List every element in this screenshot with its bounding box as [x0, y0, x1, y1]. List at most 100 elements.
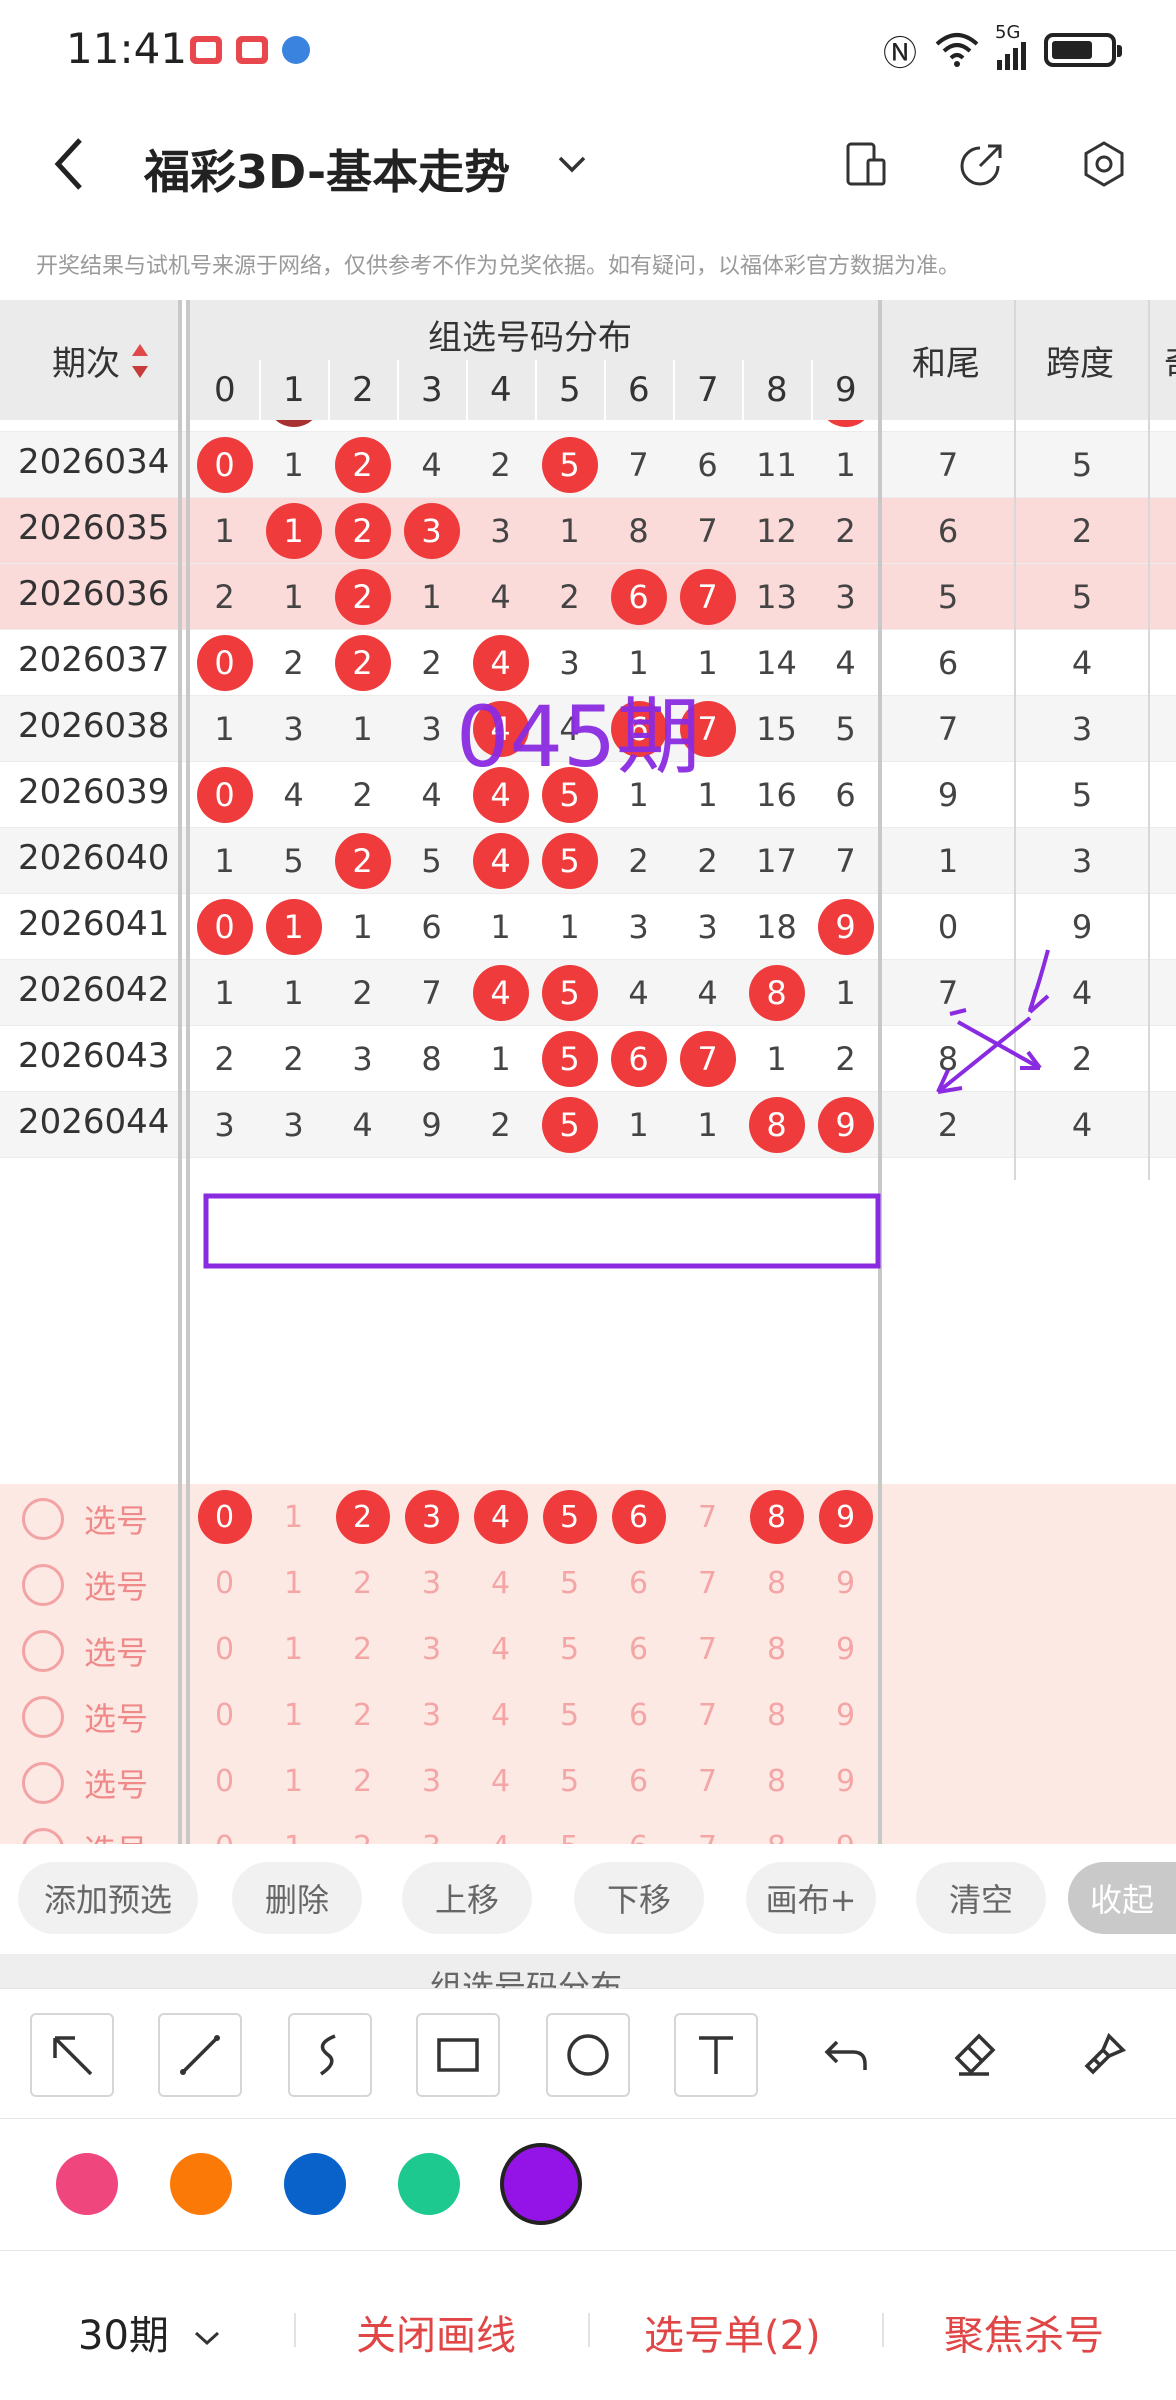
pick-label[interactable]: 选号: [84, 1562, 148, 1608]
select-row-radio[interactable]: [22, 1498, 64, 1540]
pick-digit[interactable]: 5: [535, 1616, 604, 1682]
pick-digit[interactable]: 5: [535, 1748, 604, 1814]
pick-digit-selected[interactable]: 4: [466, 1484, 535, 1550]
circle-tool-icon[interactable]: [546, 2013, 630, 2097]
miss-count-cell: 3: [259, 696, 328, 762]
back-arrow-icon[interactable]: [50, 134, 90, 194]
pick-digit[interactable]: 8: [742, 1748, 811, 1814]
period-header[interactable]: 期次: [0, 300, 178, 420]
pick-digit[interactable]: 1: [259, 1616, 328, 1682]
pick-digit[interactable]: 5: [535, 1682, 604, 1748]
focus-kill-button[interactable]: 聚焦杀号: [944, 2303, 1104, 2361]
pick-digit[interactable]: 4: [466, 1748, 535, 1814]
pick-digit[interactable]: 0: [190, 1616, 259, 1682]
pick-digit-selected[interactable]: 2: [328, 1484, 397, 1550]
pick-digit[interactable]: 4: [466, 1616, 535, 1682]
chevron-down-icon[interactable]: [556, 154, 588, 174]
color-swatch[interactable]: [56, 2153, 118, 2215]
pick-digit[interactable]: 1: [259, 1484, 328, 1550]
pick-digit[interactable]: 0: [190, 1550, 259, 1616]
close-draw-button[interactable]: 关闭画线: [356, 2303, 516, 2361]
select-row-radio[interactable]: [22, 1630, 64, 1672]
curve-tool-icon[interactable]: [288, 2013, 372, 2097]
pick-digit[interactable]: 2: [328, 1550, 397, 1616]
pick-list-button[interactable]: 选号单(2): [644, 2303, 821, 2361]
pick-digit[interactable]: 5: [535, 1550, 604, 1616]
page-title[interactable]: 福彩3D-基本走势: [144, 136, 510, 202]
move-up-button[interactable]: 上移: [402, 1862, 532, 1934]
text-tool-icon[interactable]: [674, 2013, 758, 2097]
arrow-tool-icon[interactable]: [30, 2013, 114, 2097]
select-row-radio[interactable]: [22, 1762, 64, 1804]
pick-digit[interactable]: 8: [742, 1550, 811, 1616]
pick-digit-value: 8: [766, 1763, 787, 1799]
period-count-select[interactable]: 30期: [78, 2303, 222, 2361]
pick-digit[interactable]: 9: [811, 1616, 880, 1682]
eraser-icon[interactable]: [932, 2013, 1016, 2097]
pick-digit[interactable]: 2: [328, 1616, 397, 1682]
pick-digit[interactable]: 8: [742, 1616, 811, 1682]
pick-digit[interactable]: 4: [466, 1682, 535, 1748]
canvas-plus-button[interactable]: 画布+: [746, 1862, 876, 1934]
device-icon[interactable]: [842, 140, 890, 188]
pick-label[interactable]: 选号: [84, 1760, 148, 1806]
color-swatch[interactable]: [398, 2153, 460, 2215]
digit-header-0: 0: [214, 370, 236, 410]
color-swatch[interactable]: [500, 2143, 582, 2225]
pick-digit[interactable]: 6: [604, 1616, 673, 1682]
clear-button[interactable]: 清空: [916, 1862, 1046, 1934]
sort-icon[interactable]: [130, 342, 150, 380]
pick-digit[interactable]: 6: [604, 1550, 673, 1616]
pick-digit[interactable]: 6: [604, 1748, 673, 1814]
cell-value: 1: [214, 842, 235, 880]
pick-digit[interactable]: 3: [397, 1616, 466, 1682]
pick-digit-selected[interactable]: 0: [190, 1484, 259, 1550]
pick-digit[interactable]: 0: [190, 1682, 259, 1748]
pick-digit[interactable]: 0: [190, 1748, 259, 1814]
pick-digit[interactable]: 7: [673, 1550, 742, 1616]
pick-digit[interactable]: 9: [811, 1748, 880, 1814]
pick-digit[interactable]: 6: [604, 1682, 673, 1748]
pick-digit[interactable]: 3: [397, 1682, 466, 1748]
pick-digit[interactable]: 3: [397, 1550, 466, 1616]
clear-brush-icon[interactable]: [1062, 2013, 1146, 2097]
color-swatch[interactable]: [284, 2153, 346, 2215]
pick-digit[interactable]: 9: [811, 1682, 880, 1748]
undo-icon[interactable]: [804, 2013, 888, 2097]
pick-digit[interactable]: 9: [811, 1550, 880, 1616]
pick-label[interactable]: 选号: [84, 1496, 148, 1542]
pick-label[interactable]: 选号: [84, 1628, 148, 1674]
pick-digit[interactable]: 7: [673, 1484, 742, 1550]
select-row-radio[interactable]: [22, 1696, 64, 1738]
select-row-radio[interactable]: [22, 1564, 64, 1606]
pick-digit-selected[interactable]: 8: [742, 1484, 811, 1550]
pick-digit[interactable]: 2: [328, 1682, 397, 1748]
pick-digit[interactable]: 7: [673, 1682, 742, 1748]
pick-digit[interactable]: 1: [259, 1550, 328, 1616]
pick-digit[interactable]: 4: [466, 1550, 535, 1616]
pick-digit-selected[interactable]: 5: [535, 1484, 604, 1550]
settings-icon[interactable]: [1080, 140, 1128, 188]
pick-digit[interactable]: 7: [673, 1748, 742, 1814]
pick-digit[interactable]: 3: [397, 1748, 466, 1814]
pick-digit[interactable]: 7: [673, 1616, 742, 1682]
pick-digit[interactable]: 2: [328, 1748, 397, 1814]
pick-digit[interactable]: 1: [259, 1748, 328, 1814]
pick-digit-selected[interactable]: 9: [811, 1484, 880, 1550]
pick-digit-selected[interactable]: 6: [604, 1484, 673, 1550]
add-preselect-button[interactable]: 添加预选: [18, 1862, 198, 1934]
collapse-button[interactable]: 收起: [1068, 1862, 1176, 1934]
miss-count-cell: 2: [259, 630, 328, 696]
rectangle-tool-icon[interactable]: [416, 2013, 500, 2097]
pick-digit-value: 9: [835, 1565, 856, 1601]
color-swatch[interactable]: [170, 2153, 232, 2215]
move-down-button[interactable]: 下移: [574, 1862, 704, 1934]
line-tool-icon[interactable]: [158, 2013, 242, 2097]
pick-label[interactable]: 选号: [84, 1694, 148, 1740]
pick-digit[interactable]: 1: [259, 1682, 328, 1748]
pick-digit[interactable]: 8: [742, 1682, 811, 1748]
miss-count-cell: 14: [742, 630, 811, 696]
pick-digit-selected[interactable]: 3: [397, 1484, 466, 1550]
share-icon[interactable]: [958, 140, 1006, 188]
delete-button[interactable]: 删除: [232, 1862, 362, 1934]
